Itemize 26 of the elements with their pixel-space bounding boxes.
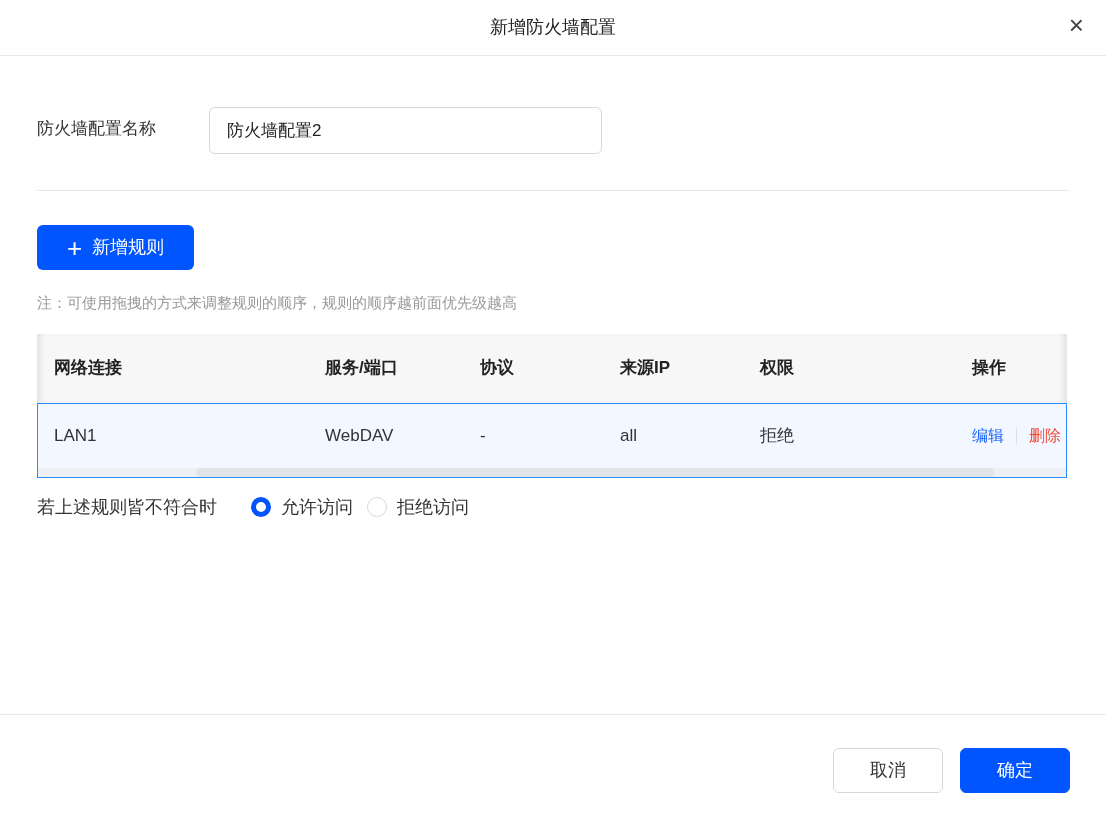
- add-rule-button[interactable]: + 新增规则: [37, 225, 194, 270]
- delete-link[interactable]: 删除: [1029, 423, 1061, 448]
- column-header: 服务/端口: [325, 358, 398, 378]
- column-header: 来源IP: [620, 358, 671, 378]
- radio-option[interactable]: 拒绝访问: [367, 493, 469, 521]
- column-header: 操作: [972, 358, 1006, 378]
- dialog-title: 新增防火墙配置: [490, 16, 616, 39]
- table-cell: all: [620, 425, 637, 445]
- cancel-button[interactable]: 取消: [833, 747, 943, 793]
- confirm-button[interactable]: 确定: [960, 747, 1070, 793]
- policy-label: 若上述规则皆不符合时: [37, 495, 217, 519]
- radio-option[interactable]: 允许访问: [251, 493, 353, 521]
- edit-link[interactable]: 编辑: [972, 423, 1004, 448]
- table-cell: 拒绝: [760, 425, 794, 445]
- scrollbar-thumb[interactable]: [196, 467, 994, 477]
- note-text: 注：可使用拖拽的方式来调整规则的顺序，规则的顺序越前面优先级越高: [37, 293, 518, 313]
- column-header: 权限: [760, 358, 794, 378]
- name-input-field[interactable]: 防火墙配置2: [209, 107, 602, 154]
- table-cell: -: [480, 425, 486, 445]
- table-row[interactable]: LAN1 WebDAV - all 拒绝 编辑 删除: [37, 402, 1067, 478]
- close-button[interactable]: ×: [1068, 12, 1084, 38]
- table-cell: WebDAV: [325, 425, 394, 445]
- column-header: 网络连接: [54, 358, 122, 378]
- table-cell: LAN1: [54, 425, 97, 445]
- column-header: 协议: [480, 358, 514, 378]
- field-label: 防火墙配置名称: [37, 117, 157, 140]
